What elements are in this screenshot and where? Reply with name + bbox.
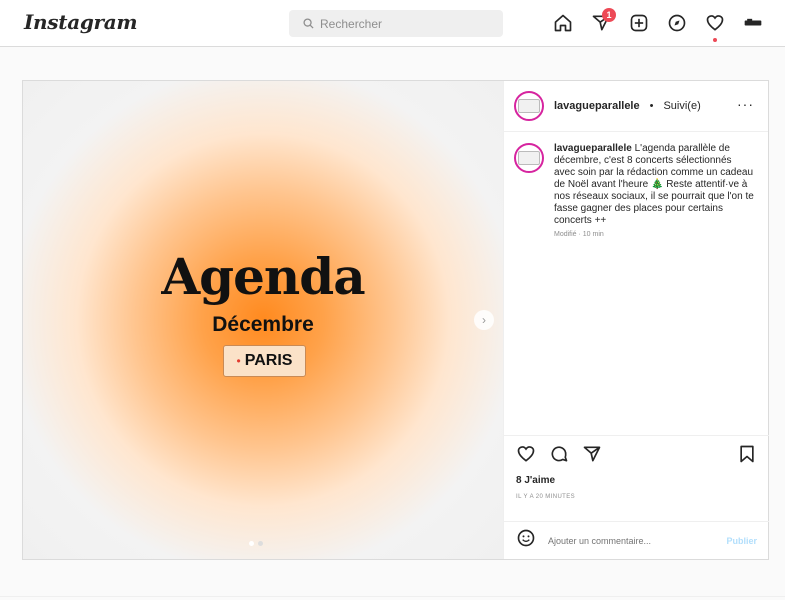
- action-bar: [504, 435, 769, 464]
- top-navigation-bar: Instagram Rechercher 1: [0, 0, 785, 47]
- new-post-icon[interactable]: [627, 11, 651, 35]
- footer-divider: [0, 596, 785, 597]
- caption-timestamp: Modifié · 10 min: [554, 231, 604, 238]
- post-card: Agenda Décembre • PARIS › lavagueparalle…: [22, 80, 769, 560]
- follow-status-button[interactable]: Suivi(e): [663, 100, 700, 112]
- caption-username[interactable]: lavagueparallele: [554, 143, 632, 154]
- post-image[interactable]: Agenda Décembre • PARIS ›: [23, 81, 503, 559]
- location-label: PARIS: [244, 352, 293, 369]
- activity-heart-icon[interactable]: [703, 11, 727, 42]
- search-placeholder: Rechercher: [320, 16, 383, 31]
- location-tag: • PARIS: [223, 345, 306, 377]
- caption-block: lavagueparallele L'agenda parallèle de d…: [514, 143, 759, 238]
- carousel-dot: [258, 541, 263, 546]
- comment-icon[interactable]: [549, 444, 569, 464]
- carousel-dot-active: [249, 541, 254, 546]
- avatar-image: [518, 99, 540, 113]
- comment-input[interactable]: [546, 534, 717, 547]
- caption-body: L'agenda parallèle de décembre, c'est 8 …: [554, 143, 754, 226]
- post-author-username[interactable]: lavagueparallele: [554, 100, 640, 112]
- emoji-icon[interactable]: [516, 528, 536, 553]
- post-sidebar: lavagueparallele • Suivi(e) ··· lavaguep…: [503, 81, 769, 559]
- explore-icon[interactable]: [665, 11, 689, 35]
- chevron-right-icon: ›: [482, 313, 486, 327]
- nav-icons: 1: [551, 8, 765, 42]
- header-separator: •: [649, 100, 654, 112]
- comment-bar: Publier: [504, 521, 769, 559]
- post-header: lavagueparallele • Suivi(e) ···: [504, 81, 768, 132]
- profile-icon[interactable]: [741, 11, 765, 35]
- like-heart-icon[interactable]: [516, 444, 536, 464]
- avatar-image: [518, 151, 540, 165]
- share-icon[interactable]: [582, 444, 602, 464]
- instagram-logo[interactable]: Instagram: [24, 10, 138, 34]
- image-title: Agenda: [161, 247, 365, 306]
- activity-indicator-dot: [713, 38, 717, 42]
- likes-count[interactable]: 8 J'aime: [516, 475, 555, 486]
- post-time-ago: IL Y A 20 MINUTES: [516, 494, 576, 500]
- save-bookmark-icon[interactable]: [737, 444, 757, 464]
- caption-text: lavagueparallele L'agenda parallèle de d…: [554, 143, 754, 227]
- carousel-dots: [249, 541, 263, 546]
- search-icon: [303, 18, 314, 29]
- direct-message-icon[interactable]: 1: [589, 8, 616, 35]
- publish-button[interactable]: Publier: [726, 536, 757, 546]
- home-icon[interactable]: [551, 11, 575, 35]
- caption-avatar[interactable]: [514, 143, 544, 173]
- avatar[interactable]: [514, 91, 544, 121]
- notification-badge: 1: [602, 8, 616, 22]
- location-pin-icon: •: [236, 354, 241, 368]
- next-slide-button[interactable]: ›: [474, 310, 494, 330]
- search-input[interactable]: Rechercher: [289, 10, 503, 37]
- more-options-icon[interactable]: ···: [737, 96, 754, 112]
- image-subtitle: Décembre: [212, 313, 314, 336]
